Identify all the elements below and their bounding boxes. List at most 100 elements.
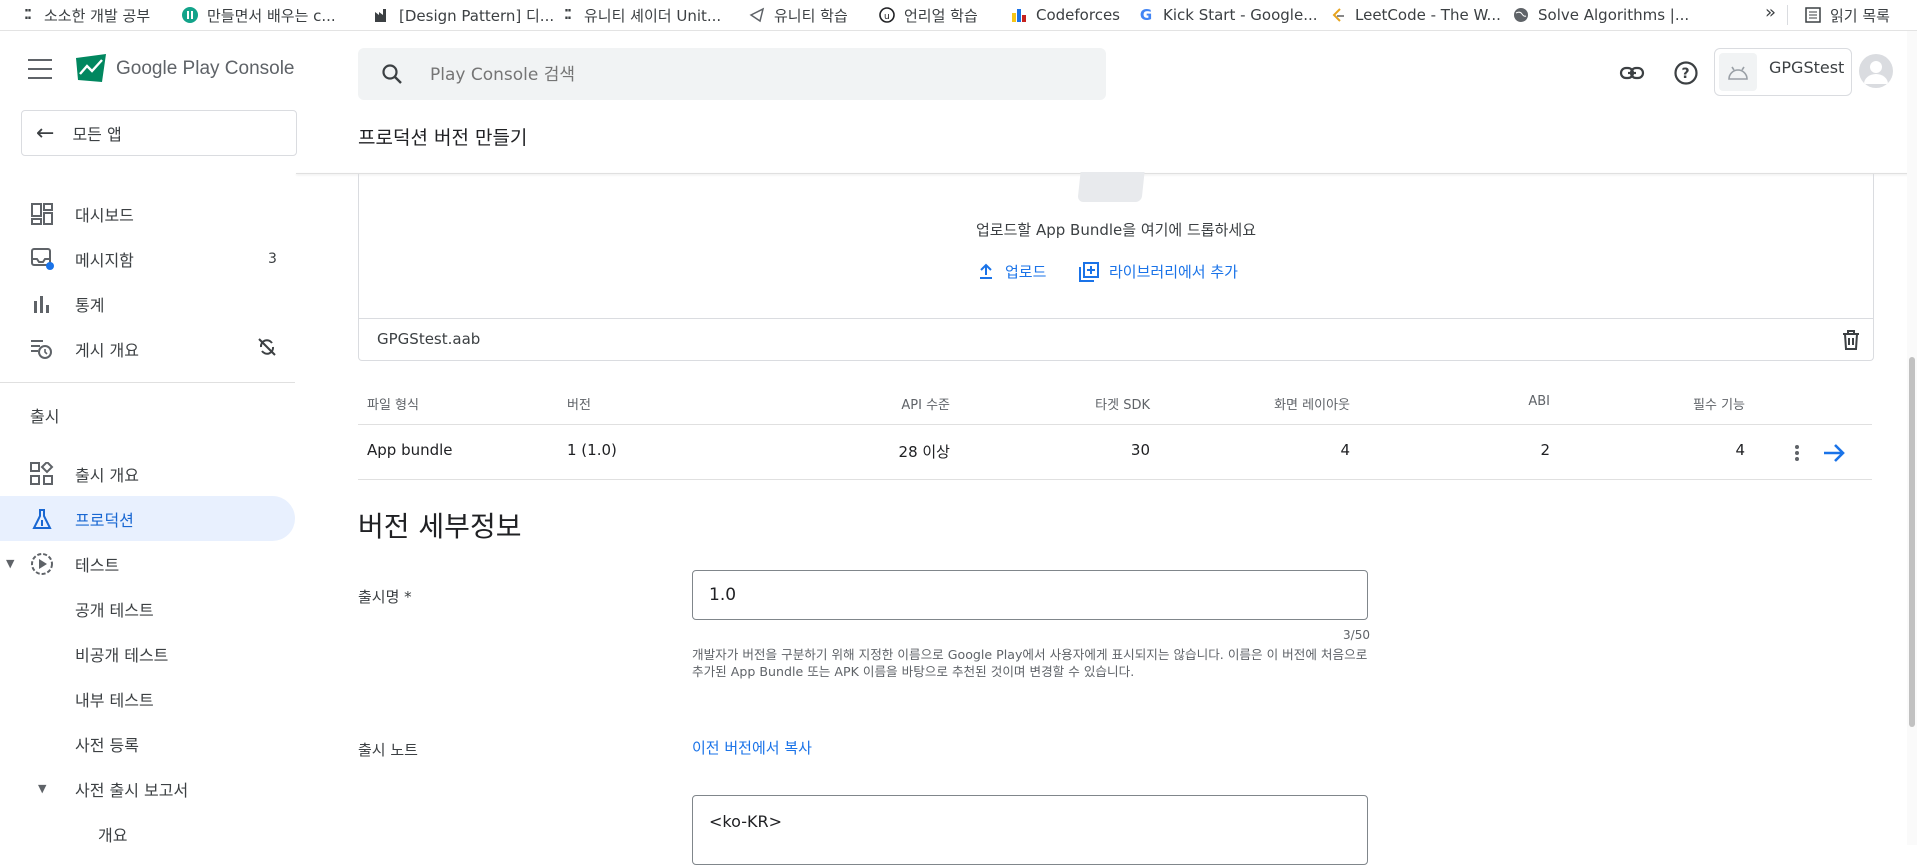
- arrow-forward-icon[interactable]: [1822, 442, 1846, 464]
- bookmarks-divider: [1787, 5, 1788, 25]
- all-apps-button[interactable]: ← 모든 앱: [21, 110, 297, 156]
- developer-account-chip[interactable]: GPGStest: [1714, 48, 1852, 96]
- reading-list-icon: [1804, 6, 1822, 24]
- bookmark-item[interactable]: 유니티 학습: [748, 6, 848, 25]
- sidebar-item-label: 통계: [75, 295, 105, 315]
- unreal-icon: u: [878, 6, 896, 24]
- sidebar-item-label: 대시보드: [75, 205, 134, 225]
- avatar[interactable]: [1859, 54, 1893, 88]
- file-name: GPGStest.aab: [377, 330, 481, 348]
- help-icon[interactable]: ?: [1672, 59, 1700, 87]
- uploaded-file-row: GPGStest.aab: [359, 318, 1873, 361]
- table-cell: 30: [1130, 441, 1150, 459]
- column-header: 타겟 SDK: [1095, 398, 1150, 413]
- bookmark-item[interactable]: u 언리얼 학습: [878, 6, 978, 25]
- search-bar[interactable]: [358, 48, 1106, 100]
- table-cell: 4: [1735, 441, 1745, 459]
- sidebar: Google Play Console ← 모든 앱 대시보드 메시지함 3 통…: [0, 31, 297, 845]
- table-cell: 2: [1540, 441, 1550, 459]
- globe-icon: [1512, 6, 1530, 24]
- unread-count-badge: 3: [268, 250, 277, 267]
- dots-icon: ⁚⁚: [564, 7, 572, 23]
- app-title: Google Play Console: [116, 58, 295, 79]
- bookmark-item[interactable]: 만들면서 배우는 c...: [181, 6, 336, 25]
- copy-from-previous-link[interactable]: 이전 버전에서 복사: [692, 737, 812, 758]
- sidebar-item-pre-launch-report[interactable]: ▼ 사전 출시 보고서: [0, 766, 295, 811]
- bar-chart-icon: [30, 292, 54, 316]
- app-header: Google Play Console: [28, 51, 295, 87]
- sidebar-item-label: 테스트: [75, 555, 120, 575]
- bookmark-item[interactable]: Solve Algorithms |...: [1512, 6, 1689, 24]
- app-bundle-upload-card: 업로드할 App Bundle을 여기에 드롭하세요 업로드 라이브러리에서 추…: [358, 172, 1874, 361]
- search-icon: [382, 64, 402, 84]
- upload-button[interactable]: 업로드: [977, 261, 1046, 282]
- google-icon: G: [1139, 6, 1153, 24]
- managed-publishing-off-icon: [257, 337, 277, 361]
- link-icon[interactable]: [1618, 59, 1646, 87]
- sidebar-item-label: 비공개 테스트: [75, 645, 169, 665]
- sidebar-item-label: 사전 등록: [75, 735, 139, 755]
- sidebar-item-dashboard[interactable]: 대시보드: [0, 191, 295, 236]
- sidebar-item-internal-testing[interactable]: 내부 테스트: [0, 676, 295, 721]
- circle-logo-icon: [181, 6, 199, 24]
- production-icon: [30, 507, 54, 531]
- expand-arrow-icon[interactable]: ▼: [6, 557, 14, 570]
- leetcode-icon: [1329, 6, 1347, 24]
- bookmark-item[interactable]: Codeforces: [1010, 6, 1120, 24]
- sidebar-item-closed-testing[interactable]: 비공개 테스트: [0, 631, 295, 676]
- upload-icon: [980, 263, 992, 279]
- dots-icon: ⁚⁚: [24, 7, 32, 23]
- reading-list-button[interactable]: 읽기 목록: [1804, 6, 1890, 25]
- sidebar-item-pre-registration[interactable]: 사전 등록: [0, 721, 295, 766]
- android-icon: [1719, 53, 1757, 91]
- codeforces-icon: [1010, 6, 1028, 24]
- bookmarks-bar: ⁚⁚ 소소한 개발 공부 만들면서 배우는 c... [Design Patter…: [0, 0, 1917, 31]
- sidebar-item-testing[interactable]: ▼ 테스트: [0, 541, 295, 586]
- sidebar-item-label: 프로덕션: [75, 510, 134, 530]
- expand-arrow-icon[interactable]: ▼: [38, 782, 46, 795]
- more-vert-icon[interactable]: [1787, 443, 1807, 463]
- bookmark-item[interactable]: ⁚⁚ 소소한 개발 공부: [18, 6, 150, 25]
- play-console-logo-icon: [76, 54, 106, 82]
- inbox-icon: [30, 247, 54, 271]
- unity-icon: [748, 6, 766, 24]
- sidebar-item-label: 메시지함: [75, 250, 134, 270]
- release-overview-icon: [30, 461, 54, 486]
- bookmarks-more-button[interactable]: »: [1765, 2, 1776, 23]
- sidebar-item-statistics[interactable]: 통계: [0, 281, 295, 326]
- table-divider: [358, 424, 1872, 425]
- table-cell: 1 (1.0): [567, 441, 617, 459]
- sidebar-item-production[interactable]: 프로덕션: [0, 496, 295, 541]
- add-from-library-button[interactable]: 라이브러리에서 추가: [1079, 261, 1238, 282]
- release-section-header: 출시: [30, 407, 60, 426]
- release-name-input[interactable]: [692, 570, 1368, 620]
- column-header: API 수준: [901, 398, 950, 413]
- sidebar-item-open-testing[interactable]: 공개 테스트: [0, 586, 295, 631]
- all-apps-label: 모든 앱: [72, 125, 122, 144]
- arrow-back-icon: ←: [36, 120, 55, 146]
- factory-icon: [373, 6, 391, 24]
- bookmark-item[interactable]: [Design Pattern] 디...: [373, 6, 554, 25]
- search-input[interactable]: [428, 60, 1032, 90]
- page-title: 프로덕션 버전 만들기: [358, 127, 528, 149]
- sidebar-item-publishing-overview[interactable]: 게시 개요: [0, 326, 295, 371]
- developer-name: GPGStest: [1769, 57, 1845, 77]
- column-header: 파일 형식: [367, 398, 419, 413]
- drop-zone-text: 업로드할 App Bundle을 여기에 드롭하세요: [976, 221, 1256, 239]
- scrollbar-thumb[interactable]: [1909, 357, 1915, 727]
- bookmark-item[interactable]: ⁚⁚ 유니티 셰이더 Unit...: [558, 6, 721, 25]
- publishing-icon: [30, 337, 54, 361]
- column-header: 화면 레이아웃: [1274, 398, 1350, 413]
- svg-text:?: ?: [1682, 66, 1690, 82]
- sidebar-item-pre-launch-overview[interactable]: 개요: [0, 811, 295, 856]
- table-divider: [358, 479, 1872, 480]
- sidebar-item-label: 사전 출시 보고서: [75, 780, 189, 800]
- column-header: 버전: [567, 398, 591, 413]
- sidebar-item-inbox[interactable]: 메시지함 3: [0, 236, 295, 281]
- bookmark-item[interactable]: G Kick Start - Google...: [1137, 6, 1318, 24]
- bookmark-item[interactable]: LeetCode - The W...: [1329, 6, 1501, 24]
- delete-icon[interactable]: [1839, 328, 1863, 352]
- release-notes-textarea[interactable]: <ko-KR>: [692, 795, 1368, 865]
- sidebar-item-release-overview[interactable]: 출시 개요: [0, 451, 295, 496]
- menu-icon[interactable]: [28, 59, 52, 79]
